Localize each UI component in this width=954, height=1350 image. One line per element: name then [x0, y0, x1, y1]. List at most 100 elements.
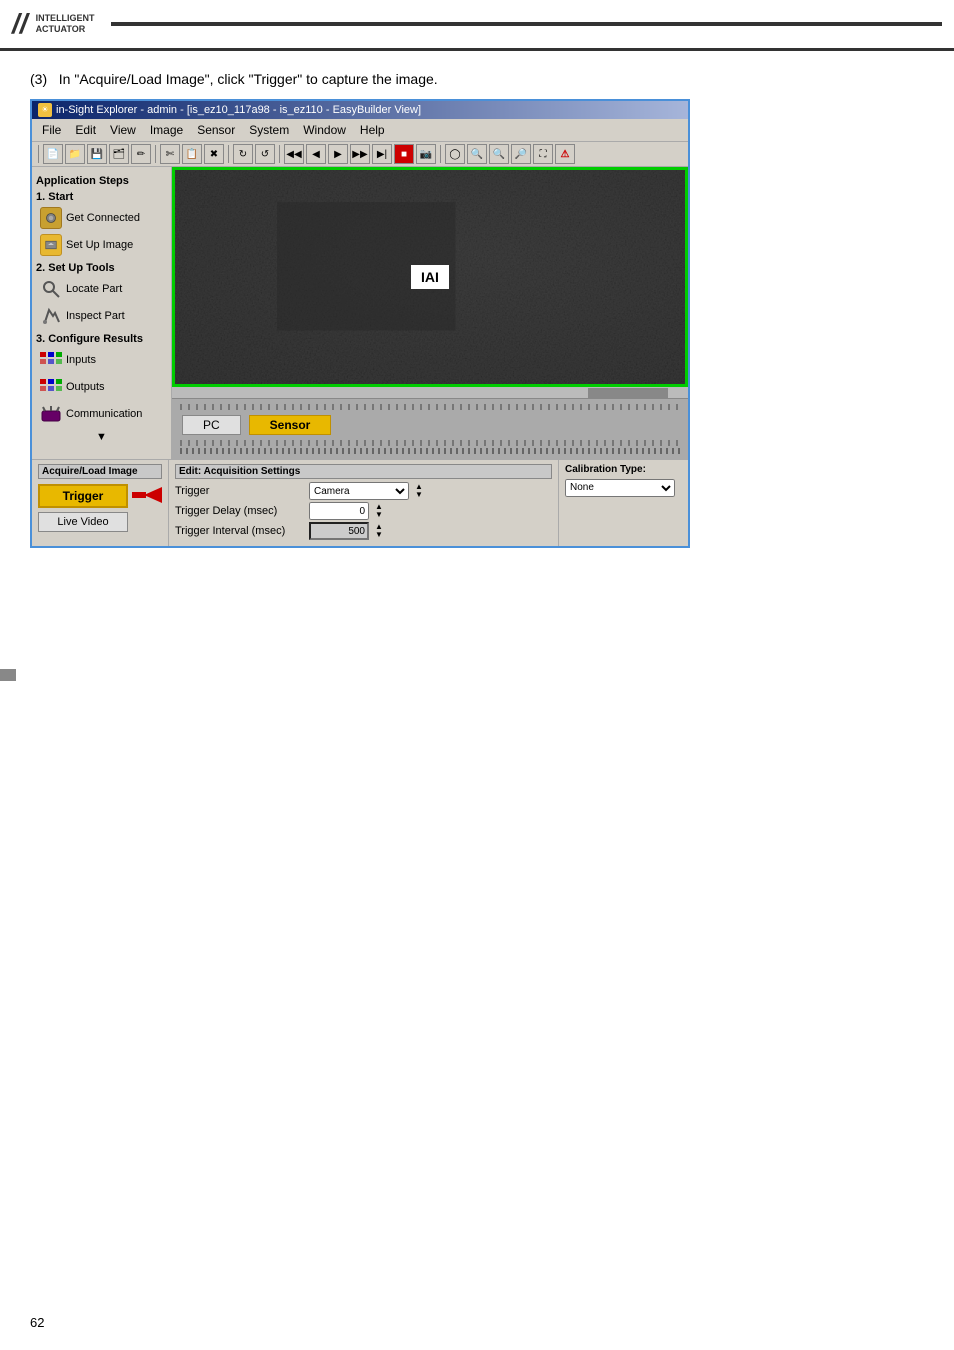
- toolbar-camera-btn[interactable]: 📷: [416, 144, 436, 164]
- trigger-source-label: Trigger: [175, 485, 305, 497]
- instruction-text: In "Acquire/Load Image", click "Trigger"…: [59, 71, 438, 87]
- pc-sensor-area: PC Sensor: [172, 399, 688, 459]
- toolbar-ff-btn[interactable]: ▶▶: [350, 144, 370, 164]
- edit-panel-title: Edit: Acquisition Settings: [175, 464, 552, 479]
- trigger-interval-row: Trigger Interval (msec) ▲ ▼: [175, 522, 552, 540]
- toolbar-btn-5[interactable]: ✏: [131, 144, 151, 164]
- horizontal-scrollbar[interactable]: [172, 387, 688, 399]
- acquire-panel-title: Acquire/Load Image: [38, 464, 162, 479]
- toolbar-zoom1-btn[interactable]: 🔍: [467, 144, 487, 164]
- menu-system[interactable]: System: [243, 121, 295, 139]
- toolbar-open-btn[interactable]: 📁: [65, 144, 85, 164]
- toolbar-play-btn[interactable]: ▶: [328, 144, 348, 164]
- toolbar-stop-btn[interactable]: ■: [394, 144, 414, 164]
- inputs-button[interactable]: Inputs: [36, 347, 167, 373]
- trigger-button[interactable]: Trigger: [38, 484, 128, 508]
- get-connected-label: Get Connected: [66, 212, 140, 224]
- setup-image-label: Set Up Image: [66, 239, 133, 251]
- scroll-arrows-1[interactable]: ▲ ▼: [415, 483, 423, 499]
- dotted-pattern-bottom: [180, 440, 680, 446]
- toolbar-btn-4[interactable]: 🗂: [109, 144, 129, 164]
- page-number: 62: [30, 1315, 44, 1330]
- toolbar-undo-btn[interactable]: ↻: [233, 144, 253, 164]
- toolbar-prev-btn[interactable]: ◀: [306, 144, 326, 164]
- toolbar-fit-btn[interactable]: ⛶: [533, 144, 553, 164]
- iai-label: IAI: [411, 265, 449, 289]
- inputs-label: Inputs: [66, 354, 96, 366]
- communication-button[interactable]: Communication: [36, 401, 167, 427]
- toolbar-save-btn[interactable]: 💾: [87, 144, 107, 164]
- toolbar-start-btn[interactable]: ◀◀: [284, 144, 304, 164]
- section-1-header: 1. Start: [36, 191, 167, 203]
- sidebar-tab: [0, 669, 16, 681]
- toolbar-circle-btn[interactable]: ◯: [445, 144, 465, 164]
- section-2-header: 2. Set Up Tools: [36, 262, 167, 274]
- live-video-button[interactable]: Live Video: [38, 512, 128, 532]
- calibration-type-select[interactable]: None: [565, 479, 675, 497]
- app-icon: ☀: [38, 103, 52, 117]
- toolbar-new-btn[interactable]: 📄: [43, 144, 63, 164]
- section-3-header: 3. Configure Results: [36, 333, 167, 345]
- inspect-part-button[interactable]: Inspect Part: [36, 303, 167, 329]
- trigger-delay-row: Trigger Delay (msec) ▲ ▼: [175, 502, 552, 520]
- page-content: (3) In "Acquire/Load Image", click "Trig…: [0, 51, 954, 568]
- main-area: Application Steps 1. Start Get Connected: [32, 167, 688, 459]
- trigger-source-select[interactable]: Camera: [309, 482, 409, 500]
- calibration-panel: Calibration Type: None: [558, 460, 688, 546]
- setup-image-button[interactable]: Set Up Image: [36, 232, 167, 258]
- page-header: // INTELLIGENT ACTUATOR: [0, 0, 954, 51]
- toolbar-separator-4: [279, 145, 280, 163]
- toolbar-redo-btn[interactable]: ↺: [255, 144, 275, 164]
- scroll-thumb-h[interactable]: [588, 388, 668, 398]
- toolbar-delete-btn[interactable]: ✖: [204, 144, 224, 164]
- menu-window[interactable]: Window: [297, 121, 352, 139]
- outputs-label: Outputs: [66, 381, 105, 393]
- calibration-type-label: Calibration Type:: [565, 464, 682, 475]
- outputs-button[interactable]: Outputs: [36, 374, 167, 400]
- toolbar-end-btn[interactable]: ▶|: [372, 144, 392, 164]
- get-connected-button[interactable]: Get Connected: [36, 205, 167, 231]
- toolbar-zoom2-btn[interactable]: 🔍: [489, 144, 509, 164]
- toolbar-separator-3: [228, 145, 229, 163]
- toolbar-zoom3-btn[interactable]: 🔎: [511, 144, 531, 164]
- pc-button[interactable]: PC: [182, 415, 241, 435]
- locate-part-button[interactable]: Locate Part: [36, 276, 167, 302]
- trigger-delay-input[interactable]: [309, 502, 369, 520]
- menu-image[interactable]: Image: [144, 121, 189, 139]
- toolbar-copy-btn[interactable]: 📋: [182, 144, 202, 164]
- logo-slash-icon: //: [12, 8, 28, 40]
- instruction-step: (3): [30, 71, 47, 87]
- menu-edit[interactable]: Edit: [69, 121, 102, 139]
- menu-sensor[interactable]: Sensor: [191, 121, 241, 139]
- menu-file[interactable]: File: [36, 121, 67, 139]
- logo-text: INTELLIGENT ACTUATOR: [36, 13, 95, 35]
- toolbar-cut-btn[interactable]: ✄: [160, 144, 180, 164]
- toolbar-separator-5: [440, 145, 441, 163]
- communication-label: Communication: [66, 408, 142, 420]
- trigger-delay-label: Trigger Delay (msec): [175, 505, 305, 517]
- title-bar: ☀ in-Sight Explorer - admin - [is_ez10_1…: [32, 101, 688, 119]
- edit-panel: Edit: Acquisition Settings Trigger Camer…: [169, 460, 558, 546]
- trigger-btn-row: Trigger: [38, 482, 162, 510]
- toolbar-warn-btn[interactable]: ⚠: [555, 144, 575, 164]
- trigger-delay-spinners[interactable]: ▲ ▼: [375, 503, 383, 519]
- locate-part-label: Locate Part: [66, 283, 122, 295]
- toolbar-separator-1: [38, 145, 39, 163]
- outputs-icon: [40, 376, 62, 398]
- trigger-interval-spinners[interactable]: ▲ ▼: [375, 523, 383, 539]
- camera-view: IAI: [172, 167, 688, 387]
- menu-help[interactable]: Help: [354, 121, 391, 139]
- panel-title: Application Steps: [36, 175, 167, 187]
- left-panel: Application Steps 1. Start Get Connected: [32, 167, 172, 459]
- menu-view[interactable]: View: [104, 121, 142, 139]
- window-title: in-Sight Explorer - admin - [is_ez10_117…: [56, 104, 421, 116]
- sensor-button[interactable]: Sensor: [249, 415, 332, 435]
- trigger-interval-input[interactable]: [309, 522, 369, 540]
- trigger-interval-label: Trigger Interval (msec): [175, 525, 305, 537]
- camera-image-content: IAI: [175, 170, 685, 384]
- inputs-icon: [40, 349, 62, 371]
- dotted-pattern-bottom2: [180, 448, 680, 454]
- toolbar: 📄 📁 💾 🗂 ✏ ✄ 📋 ✖ ↻ ↺ ◀◀ ◀ ▶ ▶▶ ▶| ■ 📷 ◯ 🔍…: [32, 142, 688, 167]
- dotted-pattern-top: [180, 404, 680, 410]
- header-line: [111, 22, 942, 26]
